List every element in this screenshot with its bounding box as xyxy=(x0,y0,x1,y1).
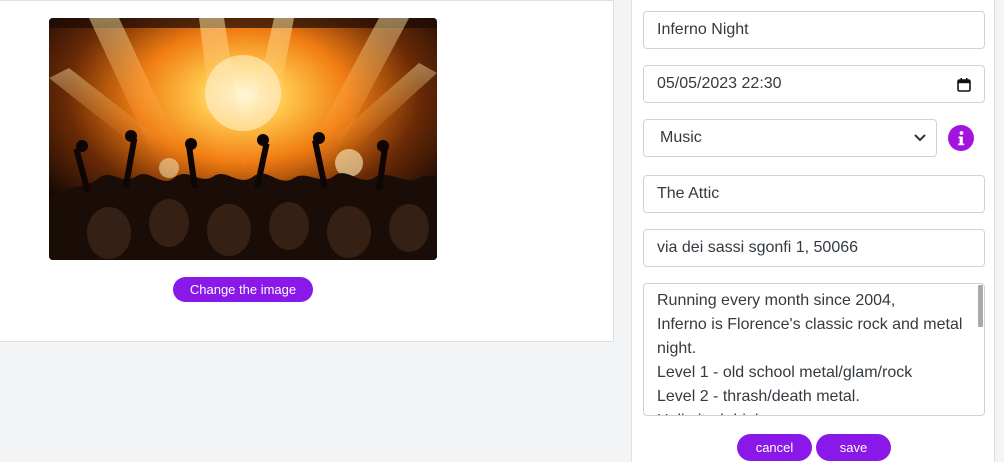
event-datetime-value: 05/05/2023 22:30 xyxy=(657,75,782,92)
description-value: Running every month since 2004, Inferno … xyxy=(657,292,963,415)
event-name-value: Inferno Night xyxy=(657,21,749,38)
event-datetime-input[interactable]: 05/05/2023 22:30 xyxy=(643,65,985,103)
venue-input[interactable]: The Attic xyxy=(643,175,985,213)
calendar-icon[interactable] xyxy=(957,77,971,92)
description-scrollbar-thumb[interactable] xyxy=(978,285,983,327)
chevron-down-icon xyxy=(914,134,926,142)
change-image-button[interactable]: Change the image xyxy=(173,277,313,302)
venue-value: The Attic xyxy=(657,185,720,202)
category-value: Music xyxy=(660,129,702,146)
address-value: via dei sassi sgonfi 1, 50066 xyxy=(657,239,859,256)
event-name-input[interactable]: Inferno Night xyxy=(643,11,985,49)
cancel-button[interactable]: cancel xyxy=(737,434,812,461)
event-form: Inferno Night 05/05/2023 22:30 Music The… xyxy=(631,0,995,462)
description-textarea[interactable]: Running every month since 2004, Inferno … xyxy=(643,283,985,416)
save-button[interactable]: save xyxy=(816,434,891,461)
event-image-panel: Change the image xyxy=(0,0,614,342)
category-select[interactable]: Music xyxy=(643,119,937,157)
event-image xyxy=(49,18,437,260)
address-input[interactable]: via dei sassi sgonfi 1, 50066 xyxy=(643,229,985,267)
info-icon[interactable] xyxy=(948,125,974,151)
concert-photo xyxy=(49,18,437,260)
